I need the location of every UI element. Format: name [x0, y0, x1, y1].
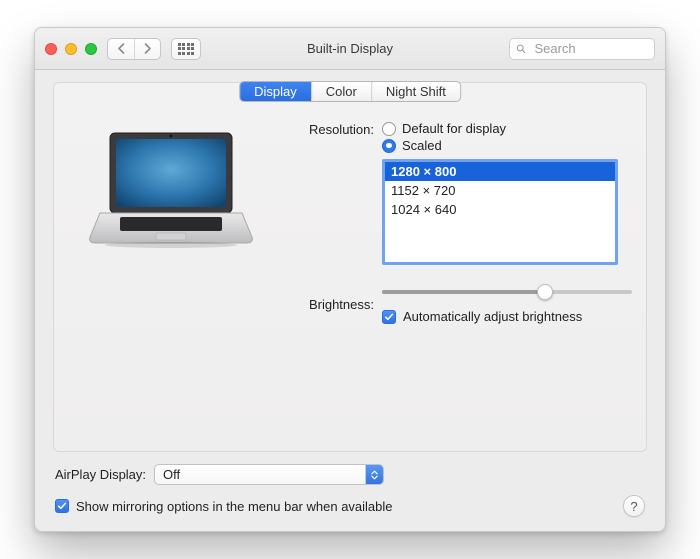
- resolution-default-label: Default for display: [402, 121, 506, 136]
- resolution-label: Resolution:: [272, 121, 382, 137]
- show-mirroring-checkbox[interactable]: Show mirroring options in the menu bar w…: [55, 499, 393, 514]
- tab-color[interactable]: Color: [311, 82, 371, 101]
- radio-off-icon: [382, 122, 396, 136]
- resolution-option[interactable]: 1280 × 800: [385, 162, 615, 181]
- search-input[interactable]: [532, 40, 648, 57]
- display-preview: [86, 129, 256, 249]
- checkbox-checked-icon: [382, 310, 396, 324]
- nav-back-forward: [107, 38, 161, 60]
- nav-back-button[interactable]: [108, 39, 134, 59]
- resolution-default-radio[interactable]: Default for display: [382, 121, 632, 136]
- preferences-window: Built-in Display Display Color Night Shi…: [34, 27, 666, 532]
- auto-brightness-checkbox[interactable]: Automatically adjust brightness: [382, 309, 632, 324]
- resolution-scaled-label: Scaled: [402, 138, 442, 153]
- display-panel: Display Color Night Shift: [53, 82, 647, 452]
- laptop-icon: [86, 129, 256, 249]
- show-mirroring-label: Show mirroring options in the menu bar w…: [76, 499, 393, 514]
- search-icon: [516, 43, 526, 55]
- auto-brightness-label: Automatically adjust brightness: [403, 309, 582, 324]
- radio-on-icon: [382, 139, 396, 153]
- resolution-option[interactable]: 1152 × 720: [385, 181, 615, 200]
- airplay-value: Off: [163, 467, 180, 482]
- help-icon: ?: [630, 499, 637, 514]
- search-field[interactable]: [509, 38, 655, 60]
- minimize-window-button[interactable]: [65, 43, 77, 55]
- chevron-left-icon: [117, 43, 126, 54]
- help-button[interactable]: ?: [623, 495, 645, 517]
- show-all-prefs-button[interactable]: [171, 38, 201, 60]
- tab-night-shift[interactable]: Night Shift: [371, 82, 460, 101]
- resolution-scaled-radio[interactable]: Scaled: [382, 138, 632, 153]
- select-stepper-icon: [365, 465, 383, 484]
- chevron-right-icon: [143, 43, 152, 54]
- window-controls: [45, 43, 97, 55]
- checkbox-checked-icon: [55, 499, 69, 513]
- nav-forward-button[interactable]: [134, 39, 160, 59]
- zoom-window-button[interactable]: [85, 43, 97, 55]
- close-window-button[interactable]: [45, 43, 57, 55]
- airplay-label: AirPlay Display:: [55, 467, 146, 482]
- footer: AirPlay Display: Off Show mi: [53, 464, 647, 517]
- resolution-listbox[interactable]: 1280 × 800 1152 × 720 1024 × 640: [382, 159, 618, 265]
- content-area: Display Color Night Shift: [35, 70, 665, 531]
- tab-display[interactable]: Display: [240, 82, 311, 101]
- airplay-select[interactable]: Off: [154, 464, 384, 485]
- resolution-option[interactable]: 1024 × 640: [385, 200, 615, 219]
- brightness-slider[interactable]: [382, 283, 632, 301]
- grid-icon: [178, 43, 195, 55]
- display-settings: Resolution: Default for display Scaled: [272, 121, 632, 334]
- brightness-label: Brightness:: [272, 296, 382, 312]
- pane-tabs: Display Color Night Shift: [239, 81, 461, 102]
- window-toolbar: Built-in Display: [35, 28, 665, 70]
